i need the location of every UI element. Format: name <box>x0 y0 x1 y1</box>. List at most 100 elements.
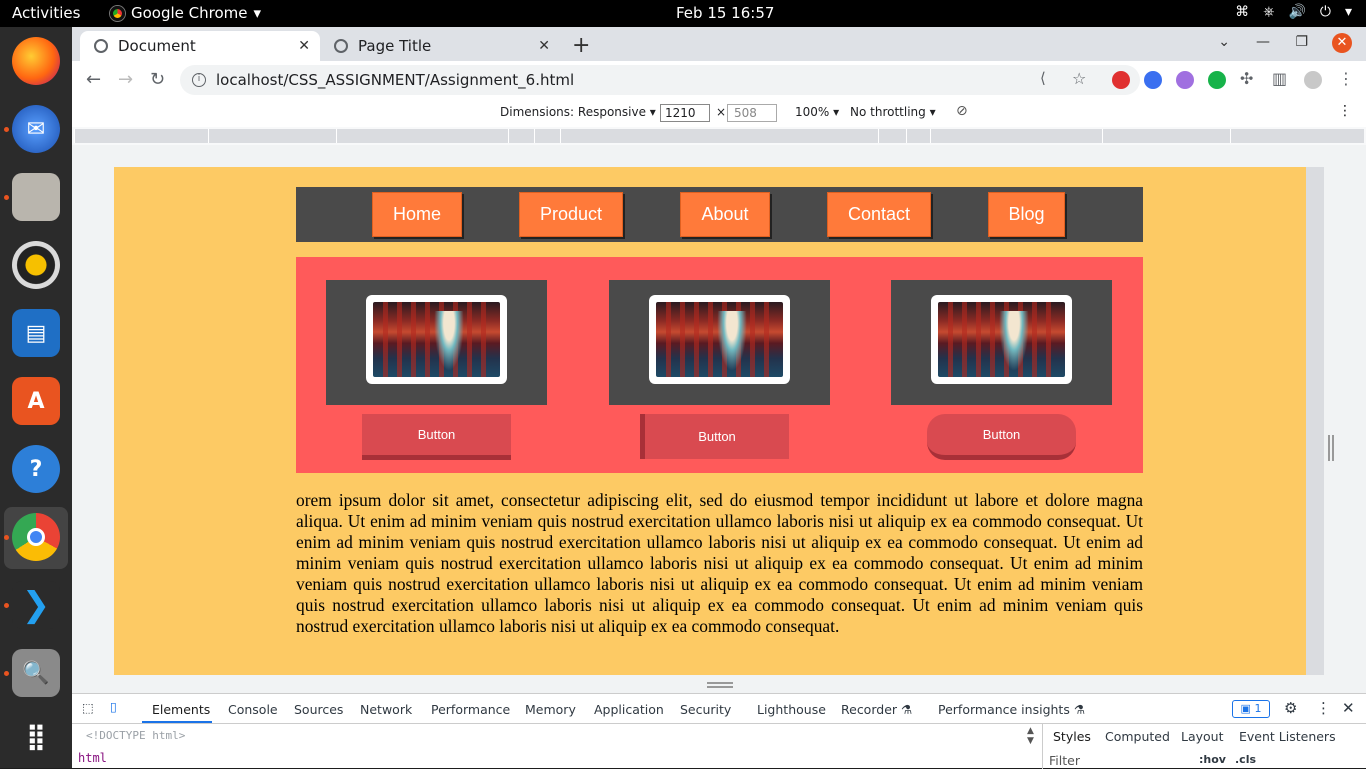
tab-performance[interactable]: Performance <box>431 702 510 717</box>
rotate-icon[interactable]: ⊘ <box>956 103 968 119</box>
nav-blog[interactable]: Blog <box>988 192 1065 237</box>
accessibility-icon[interactable]: ⌘ <box>1235 4 1249 20</box>
tab-search-icon[interactable]: ⌄ <box>1218 34 1230 50</box>
tab-memory[interactable]: Memory <box>525 702 576 717</box>
devtools-close-icon[interactable]: ✕ <box>1342 699 1355 717</box>
volume-icon[interactable]: 🔊 <box>1288 4 1305 20</box>
class-toggle[interactable]: .cls <box>1235 753 1256 766</box>
media-segment[interactable] <box>208 129 336 143</box>
profile-avatar[interactable] <box>1304 71 1322 89</box>
doctype-node[interactable]: <!DOCTYPE html> <box>86 729 185 742</box>
site-info-icon[interactable]: i <box>192 73 206 87</box>
back-button[interactable]: ← <box>86 69 101 90</box>
close-icon[interactable]: ✕ <box>538 38 550 54</box>
tab-event-listeners[interactable]: Event Listeners <box>1239 729 1336 744</box>
help-icon[interactable]: ? <box>12 445 60 493</box>
media-segment[interactable] <box>906 129 930 143</box>
power-icon[interactable]: ⏻ <box>1320 4 1331 20</box>
activities-button[interactable]: Activities <box>12 4 80 22</box>
tab-lighthouse[interactable]: Lighthouse <box>757 702 826 717</box>
dimensions-select[interactable]: Dimensions: Responsive ▾ <box>500 105 656 119</box>
tab-page-title[interactable]: Page Title ✕ <box>320 31 560 61</box>
styles-filter-input[interactable]: Filter <box>1049 753 1080 768</box>
brave-shield-icon[interactable] <box>1112 71 1130 89</box>
media-segment[interactable] <box>1230 129 1364 143</box>
nav-product[interactable]: Product <box>519 192 623 237</box>
extension-blue-icon[interactable] <box>1144 71 1162 89</box>
tab-layout[interactable]: Layout <box>1181 729 1224 744</box>
width-input[interactable]: 1210 <box>660 104 710 122</box>
system-tray[interactable]: ⌘ ⎈ 🔊 ⏻ ▾ <box>1235 4 1352 20</box>
vscode-icon[interactable]: ❯ <box>12 581 60 629</box>
tree-scroll-arrows[interactable]: ▲ ▼ <box>1027 726 1034 746</box>
extensions-icon[interactable]: ✣ <box>1240 69 1253 88</box>
network-icon[interactable]: ⎈ <box>1263 4 1274 20</box>
media-segment[interactable] <box>534 129 560 143</box>
tab-sources[interactable]: Sources <box>294 702 343 717</box>
tab-document[interactable]: Document ✕ <box>80 31 320 61</box>
thunderbird-icon[interactable]: ✉ <box>12 105 60 153</box>
hover-state-toggle[interactable]: :hov <box>1199 753 1226 766</box>
tab-recorder[interactable]: Recorder ⚗ <box>841 702 912 717</box>
tab-elements[interactable]: Elements <box>152 702 210 717</box>
screenshot-icon[interactable]: 🔍 <box>12 649 60 697</box>
app-center-icon[interactable]: A <box>12 377 60 425</box>
height-input[interactable]: 508 <box>727 104 777 122</box>
tab-computed[interactable]: Computed <box>1105 729 1170 744</box>
window-close-button[interactable]: ✕ <box>1332 33 1352 53</box>
minimize-button[interactable]: — <box>1256 34 1270 50</box>
media-segment[interactable] <box>878 129 906 143</box>
rhythmbox-icon[interactable] <box>12 241 60 289</box>
issues-badge[interactable]: ▣ 1 <box>1232 700 1270 718</box>
files-icon[interactable] <box>12 173 60 221</box>
media-segment[interactable] <box>508 129 534 143</box>
tab-performance-insights[interactable]: Performance insights ⚗ <box>938 702 1085 717</box>
nav-about[interactable]: About <box>680 192 770 237</box>
extension-purple-icon[interactable] <box>1176 71 1194 89</box>
nav-contact[interactable]: Contact <box>827 192 931 237</box>
media-segment[interactable] <box>930 129 1102 143</box>
clock[interactable]: Feb 15 16:57 <box>676 4 774 22</box>
tab-styles[interactable]: Styles <box>1053 729 1091 744</box>
card-button-2[interactable]: Button <box>640 414 789 459</box>
chevron-down-icon[interactable]: ▾ <box>1345 4 1352 20</box>
menu-icon[interactable]: ⋮ <box>1338 69 1354 88</box>
media-segment[interactable] <box>560 129 878 143</box>
bookmark-star-icon[interactable]: ☆ <box>1072 69 1086 88</box>
side-panel-icon[interactable]: ▥ <box>1272 69 1287 88</box>
zoom-select[interactable]: 100% ▾ <box>795 105 839 119</box>
device-mode-icon[interactable]: ▯ <box>110 699 117 714</box>
card-button-3[interactable]: Button <box>927 414 1076 460</box>
device-toolbar-menu-icon[interactable]: ⋮ <box>1338 103 1352 119</box>
show-apps-icon[interactable]: ⣿ <box>12 713 60 761</box>
grammarly-icon[interactable] <box>1208 71 1226 89</box>
resize-handle-bottom[interactable] <box>707 682 733 688</box>
media-query-bar[interactable] <box>72 127 1366 145</box>
devtools-menu-icon[interactable]: ⋮ <box>1316 699 1331 717</box>
resize-handle-right[interactable] <box>1328 435 1334 461</box>
address-bar[interactable]: i localhost/CSS_ASSIGNMENT/Assignment_6.… <box>180 65 1140 95</box>
media-segment[interactable] <box>1102 129 1230 143</box>
nav-home[interactable]: Home <box>372 192 462 237</box>
reload-button[interactable]: ↻ <box>150 69 165 90</box>
restore-button[interactable]: ❐ <box>1295 34 1308 50</box>
tab-application[interactable]: Application <box>594 702 664 717</box>
close-icon[interactable]: ✕ <box>298 38 310 54</box>
firefox-icon[interactable] <box>12 37 60 85</box>
new-tab-button[interactable]: + <box>572 33 590 58</box>
forward-button[interactable]: → <box>118 69 133 90</box>
media-segment[interactable] <box>74 129 208 143</box>
throttling-select[interactable]: No throttling ▾ <box>850 105 936 119</box>
tab-console[interactable]: Console <box>228 702 278 717</box>
settings-gear-icon[interactable]: ⚙ <box>1284 699 1297 717</box>
app-menu[interactable]: Google Chrome ▾ <box>110 4 261 22</box>
card-button-1[interactable]: Button <box>362 414 511 460</box>
tab-security[interactable]: Security <box>680 702 731 717</box>
inspect-icon[interactable]: ⬚ <box>82 700 94 715</box>
chrome-dock-icon[interactable] <box>12 513 60 561</box>
media-segment[interactable] <box>336 129 508 143</box>
tab-network[interactable]: Network <box>360 702 412 717</box>
html-node[interactable]: html <box>78 751 107 765</box>
writer-icon[interactable]: ▤ <box>12 309 60 357</box>
share-icon[interactable]: ⟨ <box>1040 69 1046 87</box>
